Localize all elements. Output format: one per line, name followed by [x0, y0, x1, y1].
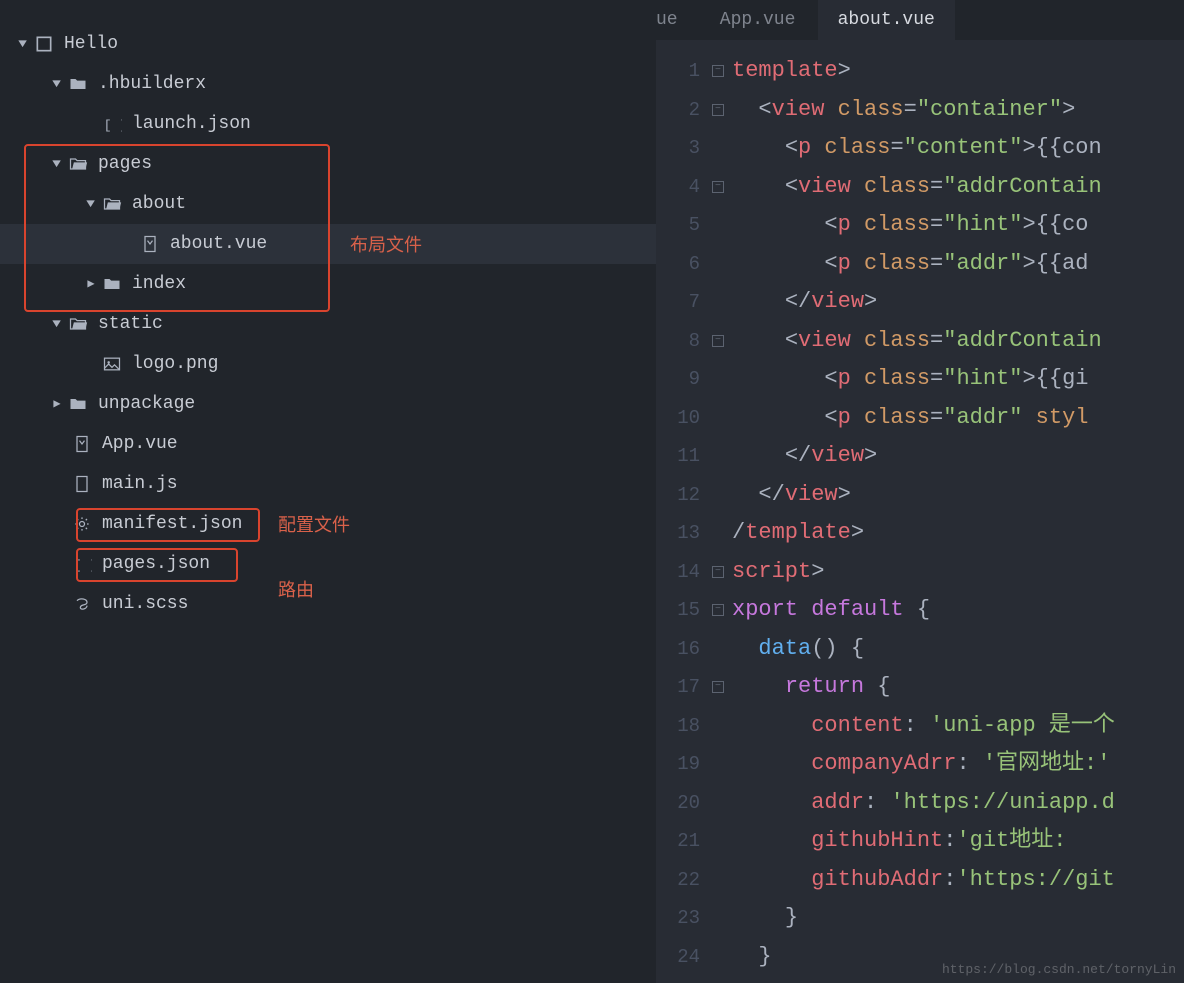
- scss-icon: [70, 594, 94, 614]
- editor-tabs: ue App.vue about.vue: [656, 0, 1184, 40]
- tree-item-hello[interactable]: Hello: [0, 24, 656, 64]
- folder-icon: [100, 274, 124, 294]
- tree-label: about.vue: [170, 234, 267, 254]
- tree-label: pages: [98, 154, 152, 174]
- tree-item-hbuilderx[interactable]: .hbuilderx: [0, 64, 656, 104]
- js-file-icon: [70, 474, 94, 494]
- settings-json-icon: [70, 514, 94, 534]
- tree-item-uniscss[interactable]: uni.scss: [0, 584, 656, 624]
- tree-label: Hello: [64, 34, 118, 54]
- annotation: 布局文件: [350, 231, 422, 257]
- code-lines[interactable]: template> <view class="container"> <p cl…: [710, 40, 1184, 983]
- tree-item-static[interactable]: static: [0, 304, 656, 344]
- vue-file-icon: [138, 234, 162, 254]
- tree-label: main.js: [102, 474, 178, 494]
- tree-item-mainjs[interactable]: main.js: [0, 464, 656, 504]
- chevron-down-icon: [14, 36, 32, 52]
- editor: ue App.vue about.vue 1−2−34−5678−9101112…: [656, 0, 1184, 983]
- tree-item-about[interactable]: about: [0, 184, 656, 224]
- tab[interactable]: App.vue: [698, 0, 818, 40]
- vue-file-icon: [70, 434, 94, 454]
- file-explorer: Hello .hbuilderx [ ] launch.json pages a…: [0, 0, 656, 983]
- tab-active[interactable]: about.vue: [818, 0, 955, 40]
- tree-label: uni.scss: [102, 594, 188, 614]
- project-icon: [32, 34, 56, 54]
- tree-label: about: [132, 194, 186, 214]
- chevron-down-icon: [48, 156, 66, 172]
- tree-item-logo[interactable]: logo.png: [0, 344, 656, 384]
- chevron-down-icon: [48, 76, 66, 92]
- chevron-down-icon: [82, 196, 100, 212]
- svg-text:[ ]: [ ]: [104, 119, 122, 134]
- line-gutter: 1−2−34−5678−91011121314−15−1617−18192021…: [656, 40, 710, 983]
- tree-item-appvue[interactable]: App.vue: [0, 424, 656, 464]
- folder-icon: [66, 394, 90, 414]
- folder-open-icon: [66, 154, 90, 174]
- tree-label: .hbuilderx: [98, 74, 206, 94]
- tree-item-pagesjson[interactable]: [ ] pages.json 路由: [0, 544, 656, 584]
- chevron-right-icon: [48, 396, 66, 412]
- chevron-right-icon: [82, 276, 100, 292]
- tree-item-manifest[interactable]: manifest.json 配置文件: [0, 504, 656, 544]
- tree-item-launch[interactable]: [ ] launch.json: [0, 104, 656, 144]
- tree-label: index: [132, 274, 186, 294]
- folder-open-icon: [100, 194, 124, 214]
- tree-label: logo.png: [132, 354, 218, 374]
- annotation: 配置文件: [278, 511, 350, 537]
- tree-item-unpackage[interactable]: unpackage: [0, 384, 656, 424]
- tree-label: pages.json: [102, 554, 210, 574]
- tree-item-aboutvue[interactable]: about.vue 布局文件: [0, 224, 656, 264]
- tree-item-pages[interactable]: pages: [0, 144, 656, 184]
- folder-open-icon: [66, 314, 90, 334]
- json-icon: [ ]: [100, 114, 124, 134]
- tree-label: unpackage: [98, 394, 195, 414]
- watermark: https://blog.csdn.net/tornyLin: [942, 962, 1176, 977]
- image-icon: [100, 354, 124, 374]
- tree-label: launch.json: [132, 114, 251, 134]
- folder-icon: [66, 74, 90, 94]
- chevron-down-icon: [48, 316, 66, 332]
- code-area[interactable]: 1−2−34−5678−91011121314−15−1617−18192021…: [656, 40, 1184, 983]
- tree-label: static: [98, 314, 163, 334]
- tree-label: manifest.json: [102, 514, 242, 534]
- tab[interactable]: ue: [656, 0, 698, 40]
- tree-label: App.vue: [102, 434, 178, 454]
- svg-text:[ ]: [ ]: [74, 559, 92, 574]
- json-icon: [ ]: [70, 554, 94, 574]
- tree-item-index[interactable]: index: [0, 264, 656, 304]
